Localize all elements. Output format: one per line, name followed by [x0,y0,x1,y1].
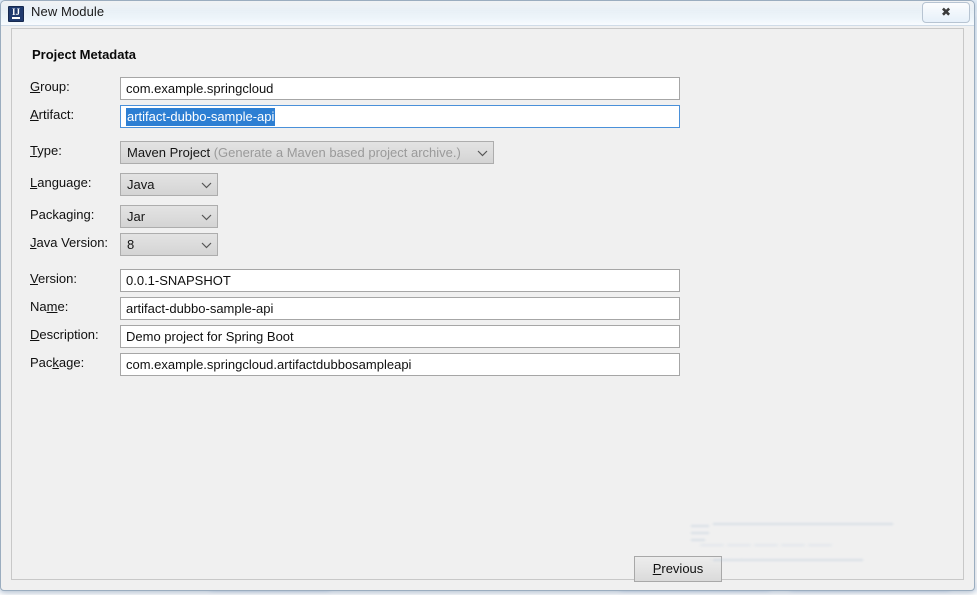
previous-button[interactable]: Previous [634,556,722,582]
package-input[interactable] [120,353,680,376]
form-row-version: Version: [12,269,963,292]
label-description: Description: [30,327,99,342]
packaging-combobox[interactable]: Jar [120,205,218,228]
label-language: Language: [30,175,92,190]
artifact-selected-text: artifact-dubbo-sample-api [126,108,276,126]
label-type: Type: [30,143,62,158]
name-input[interactable] [120,297,680,320]
form-row-artifact: Artifact: artifact-dubbo-sample-api [12,105,963,128]
artifact-input[interactable]: artifact-dubbo-sample-api [120,105,680,128]
chevron-down-icon [196,174,217,195]
type-combobox-value: Maven Project (Generate a Maven based pr… [127,145,461,160]
form-row-description: Description: [12,325,963,348]
previous-button-label: Previous [652,561,704,576]
close-icon: ✖ [940,5,952,19]
language-combobox[interactable]: Java [120,173,218,196]
new-module-dialog: IJ New Module ✖ Project Metadata Group: … [0,0,975,591]
form-row-group: Group: [12,77,963,100]
label-name: Name: [30,299,69,314]
window-title: New Module [31,4,105,19]
label-packaging: Packaging: [30,207,95,222]
type-combobox[interactable]: Maven Project (Generate a Maven based pr… [120,141,494,164]
label-package: Package: [30,355,85,370]
close-button[interactable]: ✖ [922,2,970,23]
form-row-type: Type: Maven Project (Generate a Maven ba… [12,141,963,164]
form-row-packaging: Packaging: Jar [12,205,963,228]
dialog-titlebar: IJ New Module ✖ [1,1,974,26]
label-java-version: Java Version: [30,235,109,250]
label-artifact: Artifact: [30,107,75,122]
form-row-language: Language: Java [12,173,963,196]
intellij-idea-icon: IJ [8,6,24,22]
language-combobox-value: Java [127,177,155,192]
project-metadata-panel: Project Metadata Group: Artifact: artifa… [11,28,964,582]
label-version: Version: [30,271,77,286]
group-input[interactable] [120,77,680,100]
chevron-down-icon [472,142,493,163]
form-row-java-version: Java Version: 8 [12,233,963,256]
page-title: Project Metadata [32,47,137,62]
java-version-combobox[interactable]: 8 [120,233,218,256]
label-group: Group: [30,79,70,94]
version-input[interactable] [120,269,680,292]
description-input[interactable] [120,325,680,348]
chevron-down-icon [196,234,217,255]
java-version-combobox-value: 8 [127,237,135,252]
form-row-name: Name: [12,297,963,320]
chevron-down-icon [196,206,217,227]
form-row-package: Package: [12,353,963,376]
packaging-combobox-value: Jar [127,209,146,224]
